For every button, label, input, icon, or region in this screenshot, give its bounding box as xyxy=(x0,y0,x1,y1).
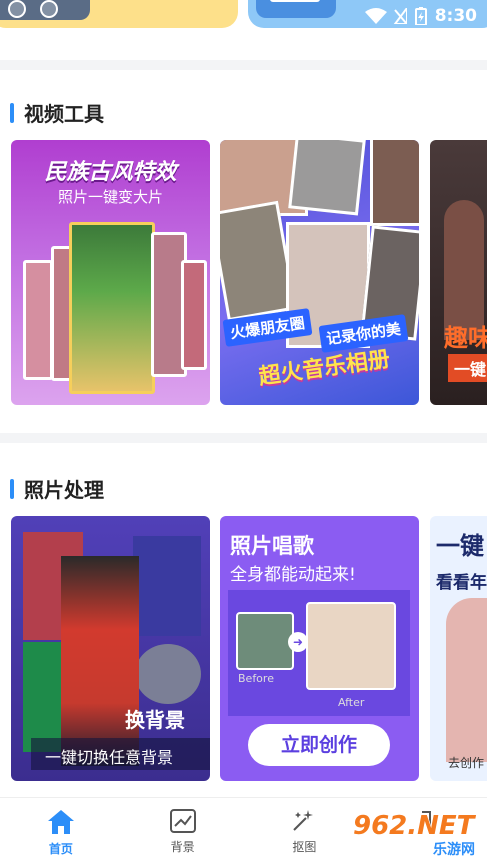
battery-icon xyxy=(414,7,427,25)
card-title: 换背景 xyxy=(125,708,185,732)
background-icon xyxy=(169,809,196,833)
section-title-text: 视频工具 xyxy=(24,102,104,126)
card-image xyxy=(288,140,366,216)
monitor-icon xyxy=(256,0,336,18)
cutout-icon xyxy=(293,810,314,831)
watermark-brand: 962.NET xyxy=(353,811,475,841)
nav-label: 背景 xyxy=(170,840,195,854)
card-image xyxy=(133,536,201,636)
video-card-fun[interactable]: 趣味 一键 xyxy=(430,140,487,405)
home-page: 8:30 视频工具 民族古风特效 照片一键变大片 火爆朋友圈 记录你的美 超火音… xyxy=(0,0,487,865)
section-divider xyxy=(0,433,487,443)
create-button[interactable]: 立即创作 xyxy=(248,724,390,766)
before-label: Before xyxy=(238,672,274,685)
photo-card-age[interactable]: 一键 看看年 去创作 xyxy=(430,516,487,781)
nav-item-background[interactable]: 背景 xyxy=(122,798,244,865)
after-label: After xyxy=(338,696,365,709)
arrow-right-icon: ➜ xyxy=(288,632,308,652)
watermark-logo: 962.NET 乐游网 xyxy=(353,811,481,858)
card-image xyxy=(135,644,201,704)
card-image xyxy=(370,140,419,226)
section-title-text: 照片处理 xyxy=(24,478,104,502)
sim-icon xyxy=(393,8,407,24)
arrow-right-icon xyxy=(40,0,58,18)
wifi-icon xyxy=(364,8,387,24)
watermark-sub: 乐游网 xyxy=(433,842,475,858)
section-accent-bar xyxy=(10,102,14,123)
card-title: 趣味 xyxy=(444,324,487,352)
section-accent-bar xyxy=(10,478,14,499)
video-card-ethnic-style[interactable]: 民族古风特效 照片一键变大片 xyxy=(11,140,210,405)
section-title-photo-processing: 照片处理 xyxy=(10,474,104,503)
after-image xyxy=(306,602,396,690)
nav-label: 首页 xyxy=(48,842,73,856)
card-image-main xyxy=(61,556,139,766)
nav-label: 抠图 xyxy=(292,840,317,854)
card-subtitle: 全身都能动起来! xyxy=(230,565,356,585)
before-image xyxy=(236,612,294,670)
video-card-music-album[interactable]: 火爆朋友圈 记录你的美 超火音乐相册 xyxy=(220,140,419,405)
section-title-video-tools: 视频工具 xyxy=(10,98,104,127)
home-icon xyxy=(47,810,74,834)
section-divider xyxy=(0,60,487,70)
status-bar: 8:30 xyxy=(364,6,477,26)
photo-card-photo-sing[interactable]: 照片唱歌 全身都能动起来! Before ➜ After 立即创作 xyxy=(220,516,419,781)
top-card-strip: 8:30 xyxy=(0,0,487,60)
card-subtitle: 一键 xyxy=(448,354,487,382)
card-image-main xyxy=(69,222,155,394)
card-title: 照片唱歌 xyxy=(230,534,314,558)
card-image xyxy=(23,260,53,380)
photo-card-background-change[interactable]: 换背景 一键切换任意背景 xyxy=(11,516,210,781)
card-subtitle: 照片一键变大片 xyxy=(57,188,163,206)
card-title: 民族古风特效 xyxy=(44,160,177,185)
card-subtitle: 看看年 xyxy=(436,573,487,593)
card-image xyxy=(446,598,487,762)
arrow-left-icon xyxy=(8,0,26,18)
card-title: 一键 xyxy=(436,532,484,560)
nav-item-home[interactable]: 首页 xyxy=(0,798,122,865)
card-image xyxy=(181,260,207,370)
top-card-left[interactable] xyxy=(0,0,238,28)
status-time: 8:30 xyxy=(434,6,477,26)
nav-item-cutout[interactable]: 抠图 xyxy=(244,798,366,865)
card-cta: 去创作 xyxy=(448,756,485,770)
card-subtitle: 一键切换任意背景 xyxy=(45,748,174,767)
